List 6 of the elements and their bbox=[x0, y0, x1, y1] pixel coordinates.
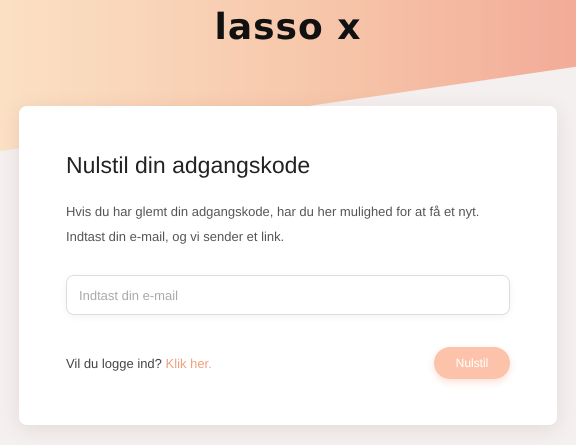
page-title: Nulstil din adgangskode bbox=[66, 152, 312, 179]
email-field[interactable]: Indtast din e-mail bbox=[66, 275, 510, 315]
login-prompt: Vil du logge ind? Klik her. bbox=[66, 356, 212, 370]
login-link[interactable]: Klik her. bbox=[166, 356, 212, 370]
logo: lasso x bbox=[214, 8, 362, 48]
description-text: Hvis du har glemt din adgangskode, har du her mulighed for at få et nyt. Indtast din e-mail, og vi sender et link. bbox=[66, 203, 480, 246]
